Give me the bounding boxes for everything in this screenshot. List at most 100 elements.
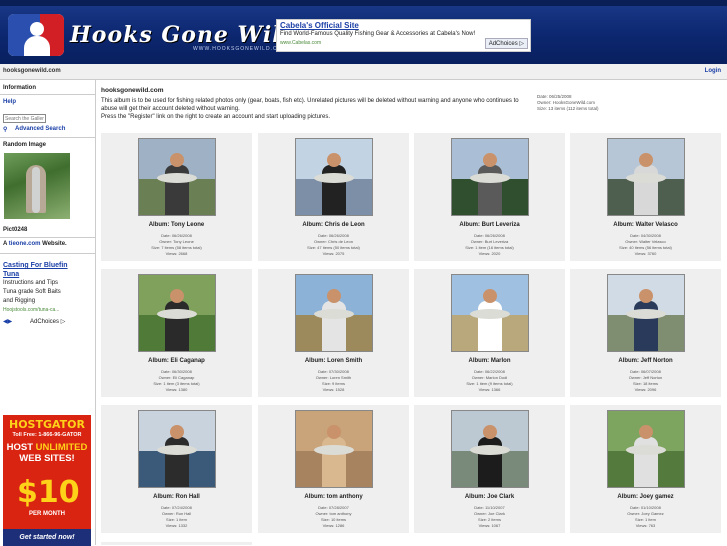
album-views: Views: 1528 bbox=[322, 387, 345, 392]
breadcrumb[interactable]: hooksgonewild.com bbox=[3, 68, 61, 74]
ad-line-1: Instructions and Tips bbox=[3, 280, 59, 286]
album-thumbnail[interactable] bbox=[451, 274, 529, 352]
ad-url[interactable]: Hoojstools.com/tuna-ca... bbox=[3, 307, 59, 313]
adchoices-button[interactable]: AdChoices ▷ bbox=[484, 38, 528, 49]
main-content: hooksgonewild.com This album is to be us… bbox=[97, 80, 727, 545]
album-details: Date: 01/10/2008 Owner: Joey Gamez Size: 1… bbox=[570, 505, 721, 529]
album-card[interactable]: Album: Chris de Leon Date: 06/26/2008 Owne… bbox=[258, 133, 409, 261]
album-name[interactable]: Album: Joe Clark bbox=[414, 494, 565, 500]
album-thumbnail[interactable] bbox=[138, 410, 216, 488]
album-card[interactable]: Album: Burt Leveriza Date: 06/26/2008 Owne… bbox=[414, 133, 565, 261]
ad-tollfree: Toll Free: 1-866-96-GATOR bbox=[12, 432, 82, 438]
intro-text: This album is to be used for fishing rel… bbox=[101, 97, 534, 121]
album-card[interactable]: Album: Walter Velasco Date: 04/30/2008 Own… bbox=[570, 133, 721, 261]
album-thumbnail[interactable] bbox=[295, 138, 373, 216]
album-details: Date: 07/30/2008 Owner: Loren Smith Size: … bbox=[258, 369, 409, 393]
album-name[interactable]: Album: Tony Leone bbox=[101, 222, 252, 228]
album-card[interactable]: Album: Joey gamez Date: 01/10/2008 Owner: … bbox=[570, 405, 721, 533]
album-views: Views: 2020 bbox=[478, 251, 501, 256]
album-name[interactable]: Album: Chris de Leon bbox=[258, 222, 409, 228]
album-card[interactable]: Album: tom anthony Date: 07/28/2007 Owner:… bbox=[258, 405, 409, 533]
login-link[interactable]: Login bbox=[705, 68, 721, 74]
album-details: Date: 06/26/2008 Owner: Chris de Leon Size… bbox=[258, 233, 409, 257]
album-name[interactable]: Album: Eli Caganap bbox=[101, 358, 252, 364]
album-thumbnail[interactable] bbox=[607, 274, 685, 352]
random-image-name[interactable]: Pict0248 bbox=[3, 227, 27, 233]
advanced-search-link[interactable]: Advanced Search bbox=[15, 126, 65, 132]
album-details: Date: 07/28/2007 Owner: tom anthony Size: … bbox=[258, 505, 409, 529]
ad-url[interactable]: www.Cabelas.com bbox=[280, 40, 321, 46]
ad-title[interactable]: Cabela's Official Site bbox=[280, 21, 359, 30]
album-card[interactable]: Album: Jeff Norton Date: 06/07/2008 Owner:… bbox=[570, 269, 721, 397]
album-name[interactable]: Album: Loren Smith bbox=[258, 358, 409, 364]
album-thumbnail[interactable] bbox=[138, 138, 216, 216]
album-views: Views: 763 bbox=[635, 523, 656, 528]
intro-paragraph: This album is to be used for fishing rel… bbox=[101, 98, 519, 112]
album-details: Date: 06/30/2008 Owner: Eli Caganap Size: … bbox=[101, 369, 252, 393]
tieone-credit: A tieone.com Website. bbox=[3, 241, 67, 247]
album-thumbnail[interactable] bbox=[607, 410, 685, 488]
album-views: Views: 2668 bbox=[165, 251, 188, 256]
album-card[interactable]: Album: Ron Hall Date: 07/24/2008 Owner: Ro… bbox=[101, 405, 252, 533]
album-name[interactable]: Album: Burt Leveriza bbox=[414, 222, 565, 228]
ad-line-2: Tuna grade Soft Baits bbox=[3, 289, 61, 295]
album-card[interactable]: Album: Eli Caganap Date: 06/30/2008 Owner:… bbox=[101, 269, 252, 397]
album-views: Views: 3760 bbox=[634, 251, 657, 256]
divider bbox=[0, 253, 95, 254]
album-thumbnail[interactable] bbox=[607, 138, 685, 216]
page-title: hooksgonewild.com bbox=[101, 87, 164, 94]
tieone-link[interactable]: tieone.com bbox=[9, 241, 41, 247]
album-name[interactable]: Album: tom anthony bbox=[258, 494, 409, 500]
album-details: Date: 11/10/2007 Owner: Joe Clark Size: 2 … bbox=[414, 505, 565, 529]
album-meta: Date: 06/25/2008 Owner: HooksGoneWild.co… bbox=[537, 94, 598, 112]
adchoices-label: AdChoices bbox=[488, 41, 518, 47]
album-details: Date: 06/22/2008 Owner: Marlon Dodi Size: … bbox=[414, 369, 565, 393]
album-name[interactable]: Album: Jeff Norton bbox=[570, 358, 721, 364]
sub-header-bar: hooksgonewild.com Login bbox=[0, 64, 727, 80]
random-image-heading: Random Image bbox=[3, 142, 47, 148]
ad-brand: HOSTGATOR bbox=[9, 418, 85, 431]
album-views: Views: 2096 bbox=[634, 387, 657, 392]
help-link[interactable]: Help bbox=[3, 99, 16, 105]
ad-price: $10 bbox=[17, 475, 80, 510]
logo-icon[interactable] bbox=[8, 14, 64, 56]
album-thumbnail[interactable] bbox=[451, 410, 529, 488]
sidebar-heading-information: Information bbox=[3, 85, 36, 91]
album-card[interactable]: Album: Loren Smith Date: 07/30/2008 Owner:… bbox=[258, 269, 409, 397]
adchoices-icon: ▷ bbox=[60, 319, 66, 325]
sidebar: Information Help Advanced Search ⚲ Rando… bbox=[0, 80, 96, 546]
search-icon[interactable]: ⚲ bbox=[3, 126, 7, 133]
album-card[interactable]: Album: Marlon Date: 06/22/2008 Owner: Marl… bbox=[414, 269, 565, 397]
album-thumbnail[interactable] bbox=[451, 138, 529, 216]
album-card[interactable]: Album: Joe Clark Date: 11/10/2007 Owner: J… bbox=[414, 405, 565, 533]
divider bbox=[0, 94, 95, 95]
divider bbox=[0, 237, 95, 238]
logo-text[interactable]: Hooks Gone Wild bbox=[70, 22, 298, 48]
album-thumbnail[interactable] bbox=[295, 274, 373, 352]
random-image-thumbnail[interactable] bbox=[4, 153, 70, 219]
album-name[interactable]: Album: Ron Hall bbox=[101, 494, 252, 500]
arrow-icon[interactable]: ◀▶ bbox=[3, 318, 12, 325]
album-views: Views: 1366 bbox=[478, 387, 501, 392]
album-thumbnail[interactable] bbox=[138, 274, 216, 352]
ad-description: Find World-Famous Quality Fishing Gear &… bbox=[280, 31, 476, 37]
adchoices-label: AdChoices bbox=[30, 319, 60, 325]
album-name[interactable]: Album: Joey gamez bbox=[570, 494, 721, 500]
album-name[interactable]: Album: Walter Velasco bbox=[570, 222, 721, 228]
top-banner-ad[interactable]: Cabela's Official Site Find World-Famous… bbox=[276, 19, 531, 52]
album-views: Views: 1067 bbox=[478, 523, 501, 528]
hostgator-ad[interactable]: HOSTGATOR Toll Free: 1-866-96-GATOR HOST… bbox=[3, 415, 91, 546]
ad-cta-button[interactable]: Get started now! bbox=[3, 529, 91, 546]
search-input[interactable] bbox=[3, 114, 46, 123]
adchoices-link[interactable]: AdChoices ▷ bbox=[30, 318, 65, 325]
album-thumbnail[interactable] bbox=[295, 410, 373, 488]
site-header: Hooks Gone Wild WWW.HOOKSGONEWILD.COM Ca… bbox=[0, 0, 727, 64]
album-card[interactable]: Album: Tony Leone Date: 06/26/2008 Owner: … bbox=[101, 133, 252, 261]
adchoices-icon: ▷ bbox=[519, 41, 524, 47]
bluefin-ad-link[interactable]: Casting For Bluefin Tuna bbox=[3, 261, 73, 279]
ad-line-3: and Rigging bbox=[3, 298, 36, 304]
album-views: Views: 1380 bbox=[165, 387, 188, 392]
album-views: Views: 2075 bbox=[322, 251, 345, 256]
album-name[interactable]: Album: Marlon bbox=[414, 358, 565, 364]
register-instructions: Press the "Register" link on the right t… bbox=[101, 114, 331, 120]
